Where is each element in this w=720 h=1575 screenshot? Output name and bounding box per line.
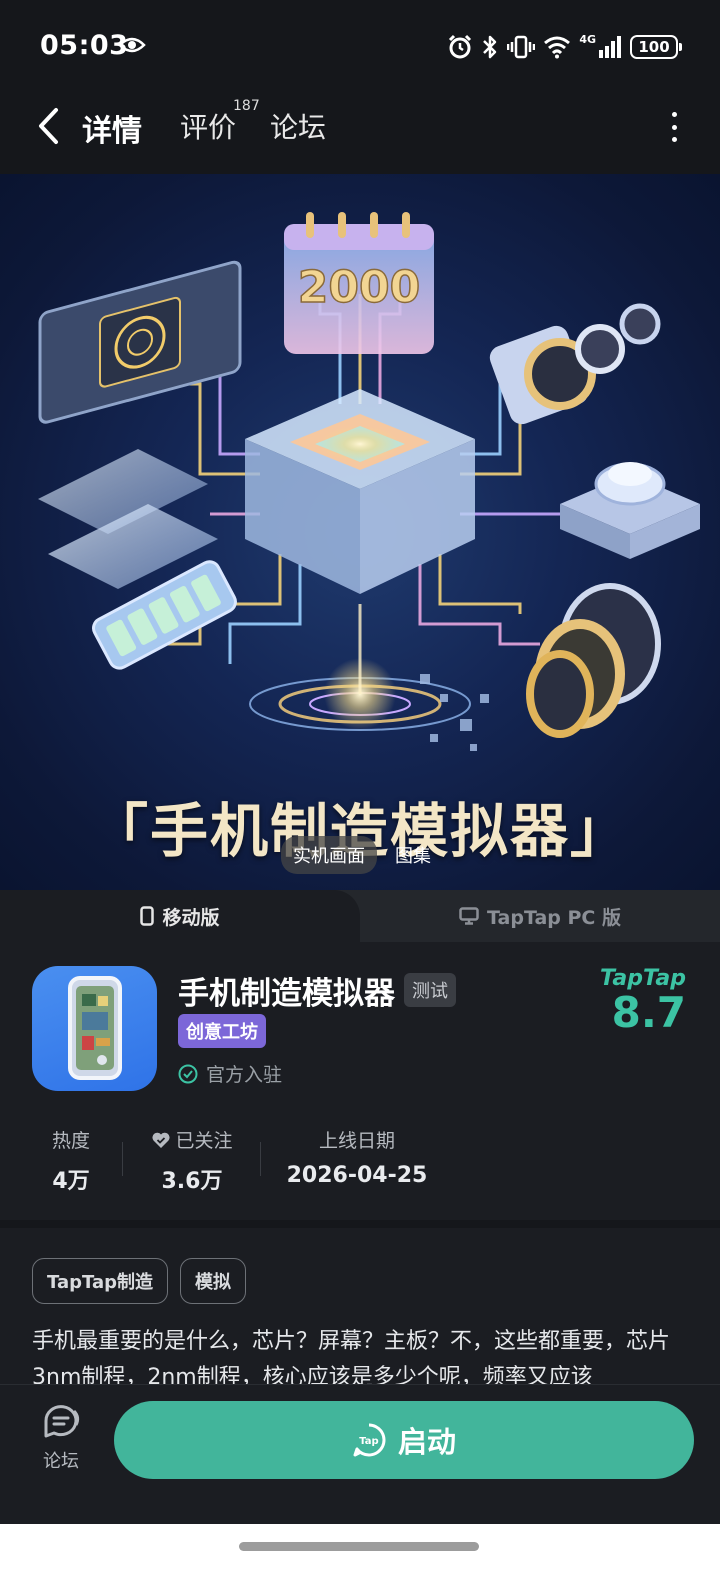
tab-mobile-version[interactable]: 移动版 [0, 890, 360, 942]
stats-row: 热度 4万 已关注 3.6万 上线日期 2026-04-25 [0, 1126, 720, 1196]
tab-detail-label: 详情 [82, 114, 142, 149]
taptap-score[interactable]: 8.7 [612, 988, 686, 1037]
calendar-number: 2000 [298, 262, 420, 313]
gallery-chip[interactable]: 图集 [387, 836, 439, 874]
live-footage-chip[interactable]: 实机画面 [281, 836, 377, 874]
forum-label: 论坛 [43, 1451, 79, 1472]
battery-icon: 100 [630, 35, 682, 59]
pc-version-label: TapTap PC 版 [487, 906, 621, 929]
mobile-version-label: 移动版 [162, 906, 220, 929]
tab-forum-label: 论坛 [270, 111, 327, 144]
more-dot [671, 112, 677, 117]
status-time: 05:03 [40, 30, 129, 61]
taptap-logo-icon: Tap [353, 1423, 386, 1457]
tag-chip[interactable]: 模拟 [179, 1258, 246, 1304]
stat-value: 2026-04-25 [286, 1163, 428, 1188]
more-dot [671, 124, 677, 130]
heart-check-icon [152, 1132, 171, 1148]
stat-label-wrap: 已关注 [140, 1126, 244, 1153]
stat-label: 已关注 [175, 1130, 233, 1152]
gesture-bar-area [0, 1524, 720, 1575]
creative-workshop-badge[interactable]: 创意工坊 [178, 1014, 266, 1048]
bluetooth-icon [483, 35, 497, 59]
tab-forum[interactable]: 论坛 [270, 106, 326, 146]
app-info-section: 手机制造模拟器 测试 创意工坊 官方入驻 TapTap 8.7 热度 4万 已关… [0, 942, 720, 1220]
more-options-button[interactable] [664, 112, 684, 142]
stat-followed[interactable]: 已关注 3.6万 [140, 1126, 244, 1195]
network-type: 4G [579, 32, 596, 46]
launch-button[interactable]: Tap 启动 [114, 1401, 694, 1479]
back-button[interactable] [26, 104, 70, 148]
top-nav: 详情 评价 187 论坛 [0, 90, 720, 174]
home-indicator[interactable] [239, 1542, 479, 1551]
app-icon[interactable] [32, 966, 157, 1091]
stat-value: 4万 [52, 1169, 90, 1194]
official-label: 官方入驻 [206, 1064, 283, 1086]
status-icons: 4G 100 [447, 30, 682, 64]
tab-pc-version[interactable]: TapTap PC 版 [360, 890, 720, 942]
test-badge: 测试 [404, 973, 456, 1007]
stat-popularity: 热度 4万 [40, 1126, 102, 1195]
alarm-icon [449, 34, 472, 59]
active-tab-indicator [79, 148, 145, 160]
forum-chat-icon [44, 1405, 80, 1438]
platform-tabs: 移动版 TapTap PC 版 [0, 890, 720, 942]
check-circle-icon [178, 1064, 198, 1083]
back-arrow-icon [39, 108, 58, 144]
monitor-icon [459, 907, 479, 925]
wifi-icon [544, 36, 571, 59]
hero-banner[interactable]: 2000 「手机制造模拟器」 实机画面 图集 [0, 174, 720, 890]
status-bar: 05:03 4G 100 [0, 0, 720, 90]
bottom-action-bar: 论坛 Tap 启动 [0, 1384, 720, 1524]
description-text[interactable]: 手机最重要的是什么，芯片？屏幕？主板？不，这些都重要，芯片3nm制程，2nm制程… [32, 1324, 682, 1386]
stat-label: 热度 [51, 1130, 90, 1152]
stat-value: 3.6万 [161, 1169, 223, 1194]
battery-level: 100 [638, 38, 670, 56]
tag-list: TapTap制造 模拟 [32, 1258, 246, 1304]
phone-blueprint-icon [68, 976, 122, 1080]
launch-label: 启动 [397, 1425, 456, 1459]
hero-illustration: 2000 [38, 212, 700, 751]
app-title: 手机制造模拟器 [178, 976, 395, 1012]
divider [122, 1142, 123, 1176]
divider [260, 1142, 261, 1176]
stat-launch-date: 上线日期 2026-04-25 [282, 1126, 432, 1188]
eye-icon [118, 37, 146, 53]
svg-text:Tap: Tap [359, 1436, 378, 1447]
description-section: TapTap制造 模拟 手机最重要的是什么，芯片？屏幕？主板？不，这些都重要，芯… [0, 1228, 720, 1386]
tag-chip[interactable]: TapTap制造 [32, 1258, 168, 1304]
vibrate-icon [507, 35, 536, 59]
phone-icon [140, 906, 155, 926]
tab-review-label: 评价 [180, 111, 237, 144]
more-dot [671, 137, 677, 142]
media-switch: 实机画面 图集 [0, 836, 720, 874]
forum-button[interactable]: 论坛 [30, 1403, 92, 1473]
official-verified: 官方入驻 [178, 1060, 282, 1087]
tab-detail[interactable]: 详情 [79, 106, 145, 160]
tab-review[interactable]: 评价 187 [180, 98, 260, 146]
review-count: 187 [233, 98, 260, 114]
signal-icon [599, 36, 621, 58]
stat-label: 上线日期 [318, 1130, 395, 1152]
